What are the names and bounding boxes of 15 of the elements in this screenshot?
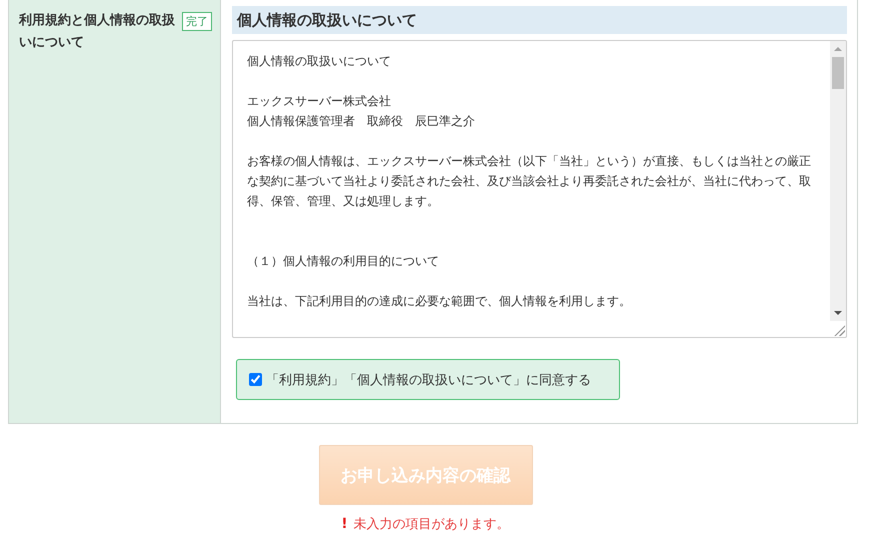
error-message: 未入力の項目があります。 <box>354 516 510 533</box>
status-badge: 完了 <box>182 12 212 31</box>
row-label: 利用規約と個人情報の取扱いについて <box>19 12 176 52</box>
resize-grip-icon[interactable] <box>833 324 845 336</box>
policy-text: エックスサーバー株式会社 <box>247 93 392 110</box>
policy-text: （１）個人情報の利用目的について <box>247 253 440 270</box>
scrollbar[interactable] <box>830 41 846 321</box>
policy-text: 個人情報の取扱いについて <box>247 53 392 70</box>
section-heading: 個人情報の取扱いについて <box>232 6 847 34</box>
policy-text: 当社は、下記利用目的の達成に必要な範囲で、個人情報を利用します。 <box>247 293 632 310</box>
warning-icon: ! <box>341 516 348 532</box>
policy-text-area[interactable] <box>232 40 847 338</box>
checkbox[interactable] <box>249 373 262 386</box>
policy-text: 個人情報保護管理者 取締役 辰巳準之介 <box>247 113 476 130</box>
policy-text: お客様の個人情報は、エックスサーバー株式会社（以下「当社」という）が直接、もしくは当社との厳正な契約に基づいて当社より委託された会社、及び当該会社より再委託された会社が、当社に代わって、取得、保管、管理、又は処理します。 <box>247 153 812 210</box>
